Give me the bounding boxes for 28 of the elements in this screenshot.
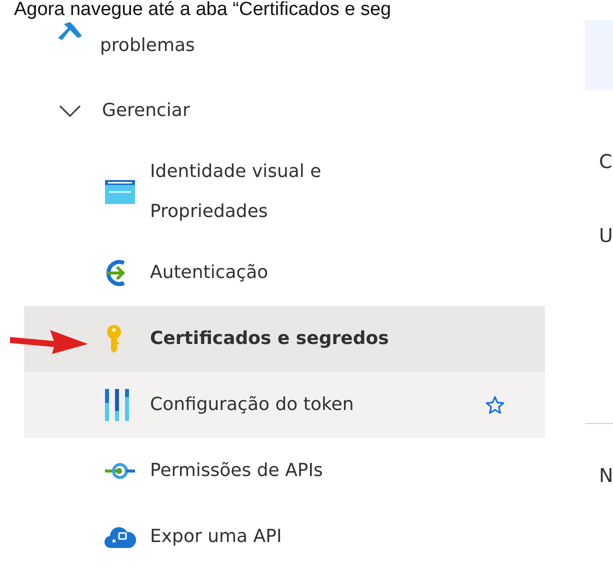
cut-text: C [598,150,613,174]
group-header[interactable]: Gerenciar [24,78,545,144]
nav-item[interactable]: Certificados e segredos [24,306,545,372]
nav-label: problemas [100,34,195,58]
caption-text: Agora navegue até a aba “Certificados e seg [13,0,392,20]
cloud-icon [104,525,136,549]
nav-item[interactable]: Permissões de APIs [24,438,545,504]
nav-label: Configuração do token [150,393,354,417]
connector-icon [104,461,136,481]
nav-label: Expor uma API [150,525,282,549]
cut-text: N [598,464,613,488]
star-icon [485,395,505,415]
key-icon [104,324,124,354]
tools-icon [56,20,84,40]
nav-item[interactable]: Autenticação [24,240,545,306]
nav-item[interactable]: Configuração do token [24,372,545,438]
nav-item[interactable]: problemas [24,20,545,78]
nav-label: Autenticação [150,261,268,285]
nav-label: Permissões de APIs [150,459,323,483]
cut-text: U [598,224,613,248]
bars-icon [104,389,130,421]
nav-label: Identidade visual e Propriedades [150,160,322,224]
window-icon [104,179,136,205]
group-label: Gerenciar [102,99,190,123]
nav-label: Certificados e segredos [150,327,389,351]
nav-item[interactable]: Identidade visual e Propriedades [24,144,545,240]
chevron-icon [58,104,82,118]
nav-item[interactable]: Expor uma API [24,504,545,570]
